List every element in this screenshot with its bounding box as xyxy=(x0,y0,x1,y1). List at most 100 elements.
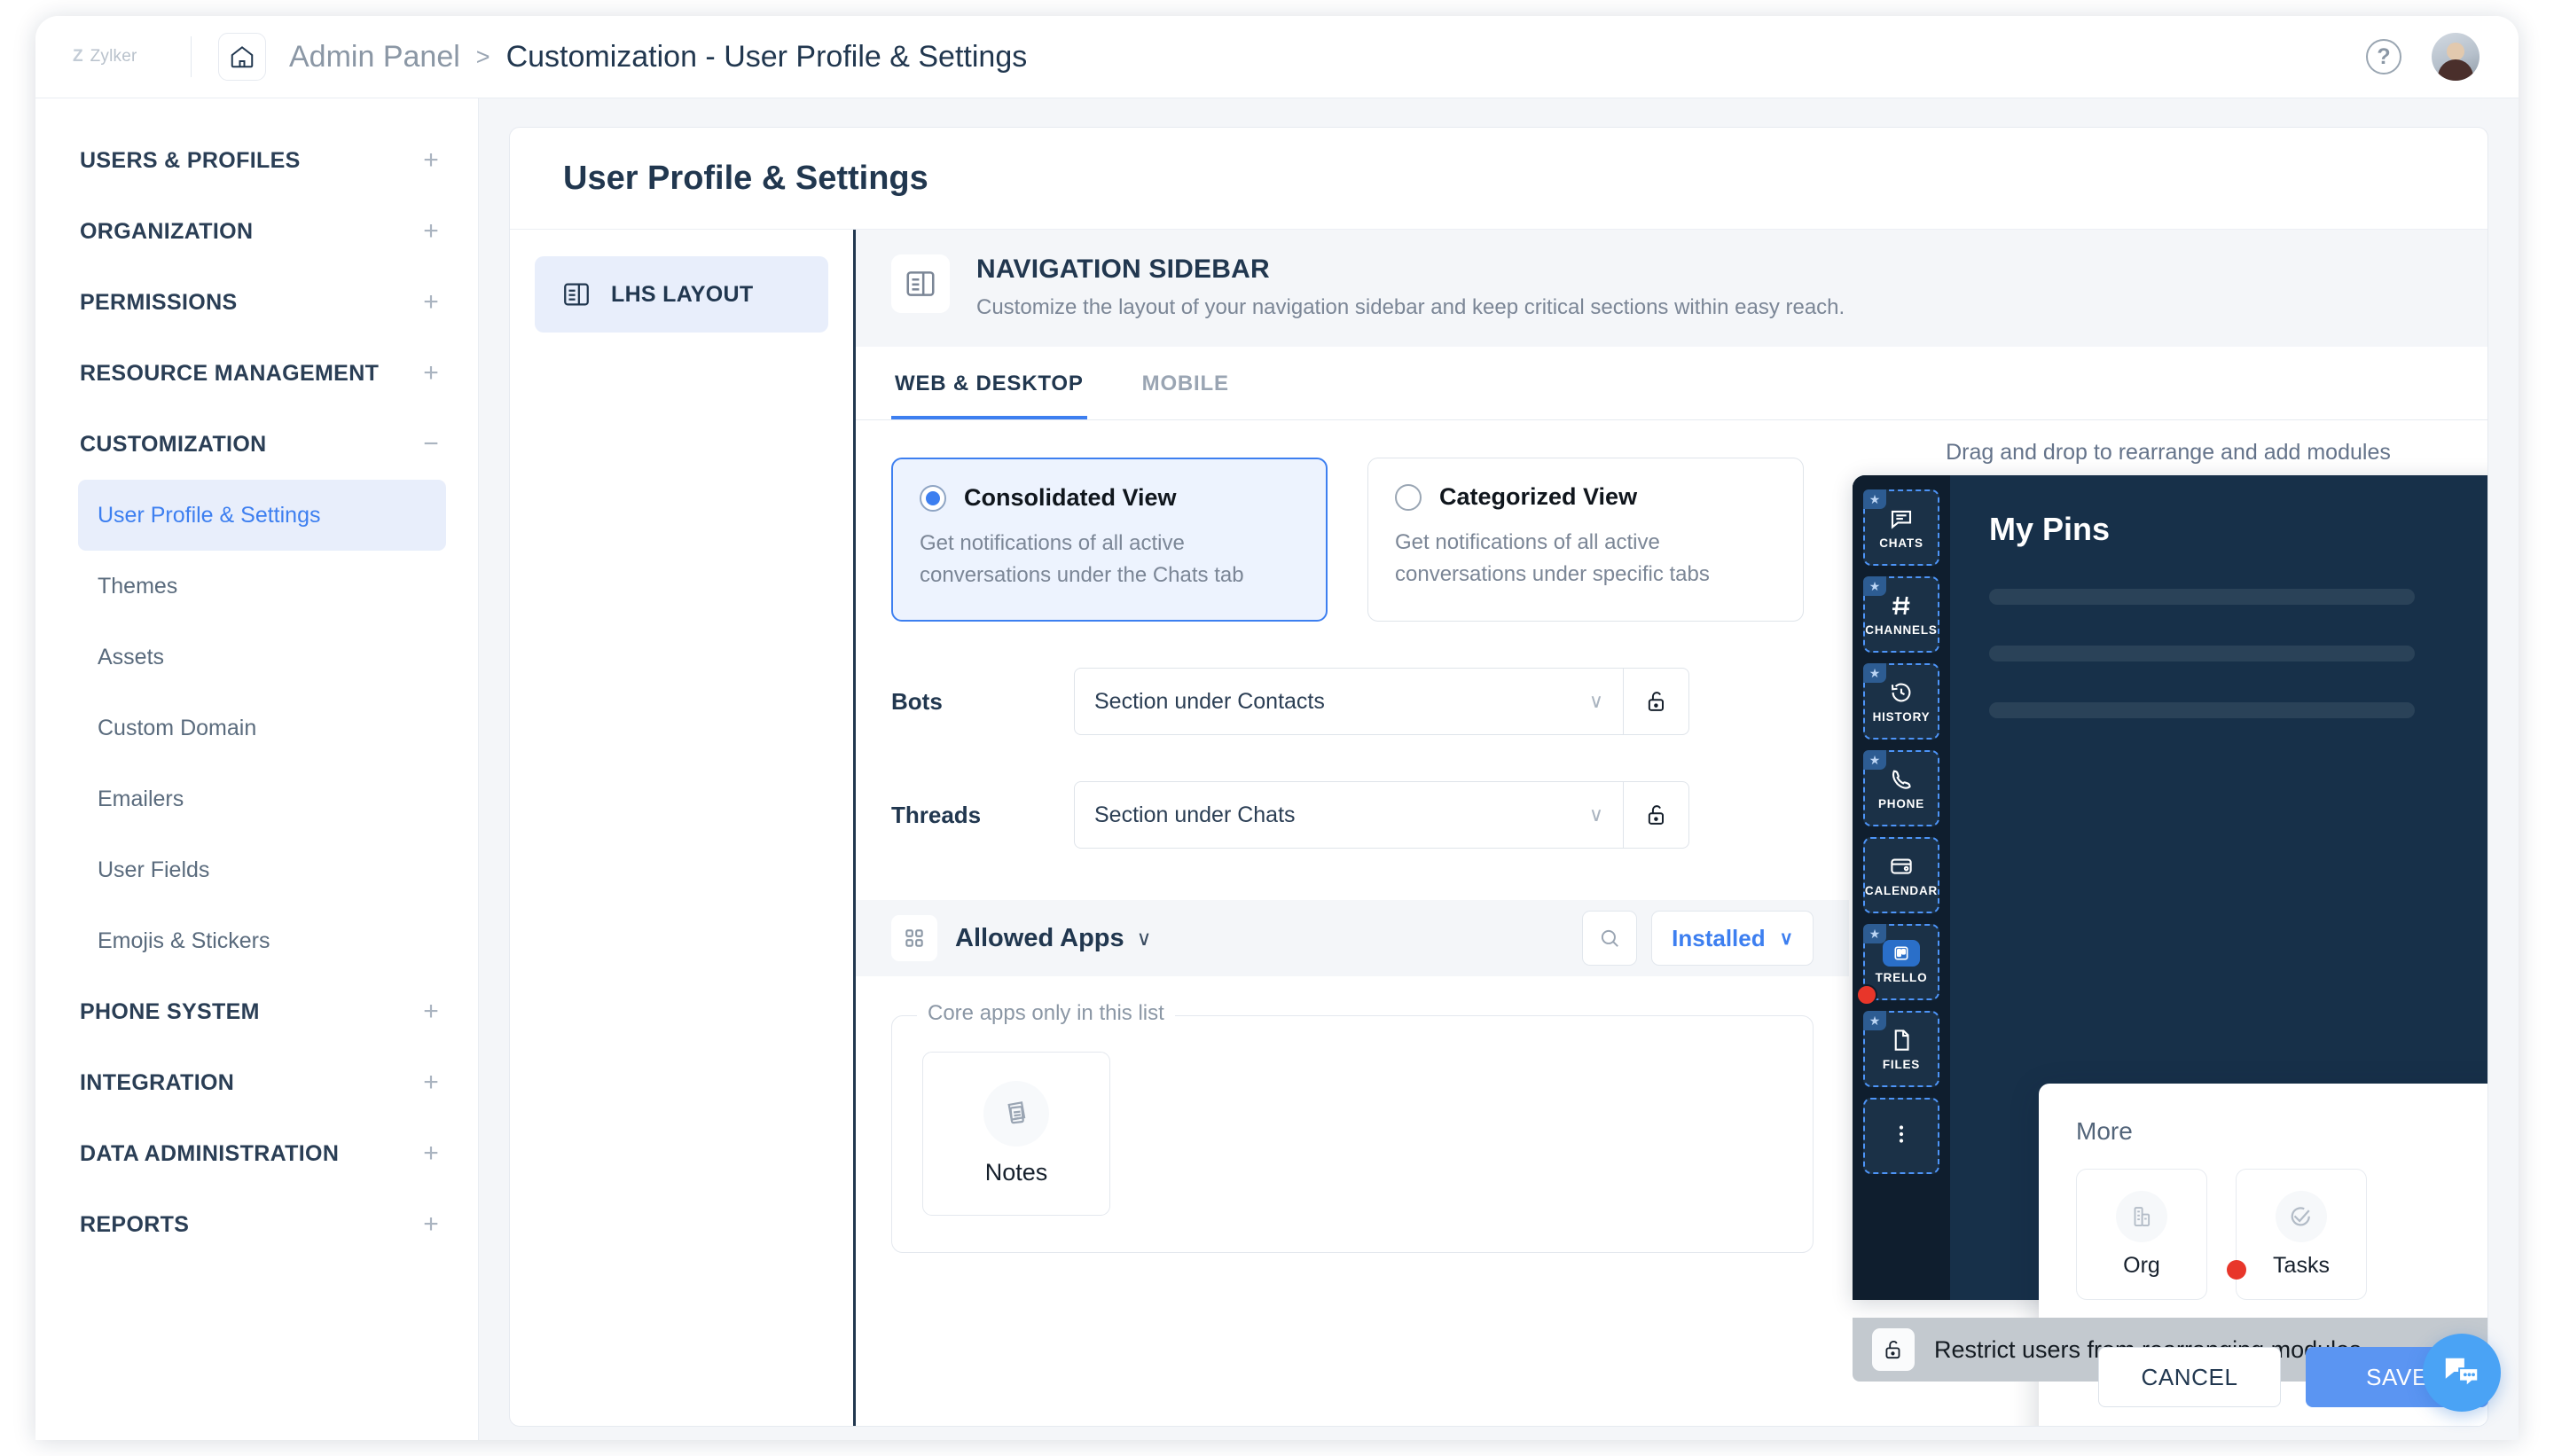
sidebar-section-reports[interactable]: REPORTS + xyxy=(35,1189,478,1260)
preview-module-channels[interactable]: ★ CHANNELS xyxy=(1863,576,1939,653)
sidebar-section-organization[interactable]: ORGANIZATION + xyxy=(35,196,478,267)
rail-item-label: LHS LAYOUT xyxy=(611,282,753,308)
expand-plus-icon[interactable]: + xyxy=(421,360,441,387)
apps-search-button[interactable] xyxy=(1582,911,1637,966)
notification-badge xyxy=(2227,1260,2246,1280)
threads-select-group: Section under Chats ∨ xyxy=(1074,781,1689,849)
section-icon-wrap xyxy=(891,254,950,313)
section-description: Customize the layout of your navigation … xyxy=(976,295,1845,320)
breadcrumb-separator: > xyxy=(476,43,490,71)
sidebar-item-emailers[interactable]: Emailers xyxy=(78,763,446,834)
chevron-down-icon: ∨ xyxy=(1589,690,1603,713)
expand-plus-icon[interactable]: + xyxy=(421,1069,441,1096)
sidebar-item-themes[interactable]: Themes xyxy=(78,551,446,622)
tab-mobile[interactable]: MOBILE xyxy=(1139,347,1233,419)
sidebar-section-permissions[interactable]: PERMISSIONS + xyxy=(35,267,478,338)
sidebar-section-users-profiles[interactable]: USERS & PROFILES + xyxy=(35,125,478,196)
app-card-notes[interactable]: Notes xyxy=(922,1052,1110,1216)
sidebar-item-custom-domain[interactable]: Custom Domain xyxy=(78,693,446,763)
core-apps-fieldset: Core apps only in this list xyxy=(891,1015,1814,1253)
sidebar-section-label: INTEGRATION xyxy=(80,1070,234,1096)
main-content: User Profile & Settings xyxy=(479,98,2519,1440)
more-item-tasks[interactable]: Tasks xyxy=(2236,1169,2367,1300)
application-window: Z Zylker Admin Panel > Customization - U… xyxy=(35,16,2519,1440)
rail-item-lhs-layout[interactable]: LHS LAYOUT xyxy=(535,256,828,333)
preview-module-calendar[interactable]: CALENDAR xyxy=(1863,837,1939,913)
core-apps-legend: Core apps only in this list xyxy=(917,1001,1175,1026)
home-button[interactable] xyxy=(218,33,266,81)
allowed-apps-actions: Installed ∨ xyxy=(1582,911,1814,966)
preview-module-files[interactable]: ★ FILES xyxy=(1863,1011,1939,1087)
option-categorized-view[interactable]: Categorized View Get notifications of al… xyxy=(1367,458,1804,622)
star-badge-icon: ★ xyxy=(1863,750,1886,770)
view-options-group: Consolidated View Get notifications of a… xyxy=(891,458,1814,622)
sidebar-item-user-profile-settings[interactable]: User Profile & Settings xyxy=(78,480,446,551)
hash-icon xyxy=(1888,592,1915,619)
sidebar-section-phone-system[interactable]: PHONE SYSTEM + xyxy=(35,976,478,1047)
breadcrumb-root[interactable]: Admin Panel xyxy=(289,40,460,74)
bots-lock-button[interactable] xyxy=(1624,668,1689,735)
collapse-minus-icon[interactable]: − xyxy=(421,431,441,458)
drag-hint-text: Drag and drop to rearrange and add modul… xyxy=(1849,420,2487,466)
sidebar-item-assets[interactable]: Assets xyxy=(78,622,446,693)
sidebar-item-label: Themes xyxy=(98,574,177,599)
chat-support-button[interactable] xyxy=(2423,1334,2501,1412)
chat-support-icon xyxy=(2441,1352,2482,1393)
tooltip-icon-wrap xyxy=(1872,1328,1915,1371)
sidebar-section-resource-management[interactable]: RESOURCE MANAGEMENT + xyxy=(35,338,478,409)
org-icon-wrap xyxy=(2116,1191,2167,1242)
chat-bubble-icon xyxy=(1888,505,1915,532)
sidebar-section-label: CUSTOMIZATION xyxy=(80,432,267,458)
expand-plus-icon[interactable]: + xyxy=(421,289,441,316)
trello-icon xyxy=(1883,940,1920,967)
notification-badge xyxy=(1856,984,1877,1006)
chevron-down-icon[interactable]: ∨ xyxy=(1137,927,1152,951)
threads-lock-button[interactable] xyxy=(1624,781,1689,849)
preview-module-trello[interactable]: ★ xyxy=(1863,924,1939,1000)
tasks-icon-wrap xyxy=(2276,1191,2327,1242)
sidebar-item-emojis-stickers[interactable]: Emojis & Stickers xyxy=(78,905,446,976)
section-title: NAVIGATION SIDEBAR xyxy=(976,254,1845,285)
tab-web-desktop[interactable]: WEB & DESKTOP xyxy=(891,347,1087,419)
preview-module-history[interactable]: ★ HISTORY xyxy=(1863,663,1939,740)
settings-form: Consolidated View Get notifications of a… xyxy=(856,420,1849,1426)
bots-select-value: Section under Contacts xyxy=(1094,689,1325,715)
option-consolidated-view[interactable]: Consolidated View Get notifications of a… xyxy=(891,458,1328,622)
section-header: NAVIGATION SIDEBAR Customize the layout … xyxy=(856,230,2487,347)
option-row: Consolidated View xyxy=(920,484,1299,512)
search-icon xyxy=(1598,927,1621,950)
preview-module-rail: ★ CHATS xyxy=(1853,475,1950,1300)
more-item-label: Org xyxy=(2123,1253,2160,1279)
threads-select[interactable]: Section under Chats ∨ xyxy=(1074,781,1624,849)
sidebar-section-customization[interactable]: CUSTOMIZATION − xyxy=(35,409,478,480)
sidebar-nav: USERS & PROFILES + ORGANIZATION + PERMIS… xyxy=(35,98,479,1440)
apps-filter-installed[interactable]: Installed ∨ xyxy=(1651,911,1814,966)
card-body: LHS LAYOUT xyxy=(510,230,2487,1426)
breadcrumb: Admin Panel > Customization - User Profi… xyxy=(289,40,1027,74)
expand-plus-icon[interactable]: + xyxy=(421,1211,441,1238)
avatar[interactable] xyxy=(2432,33,2480,81)
sidebar-section-data-administration[interactable]: DATA ADMINISTRATION + xyxy=(35,1118,478,1189)
radio-categorized-view[interactable] xyxy=(1395,484,1422,511)
star-badge-icon: ★ xyxy=(1863,489,1886,509)
divider xyxy=(191,36,192,77)
help-icon[interactable]: ? xyxy=(2366,39,2401,74)
cancel-button[interactable]: CANCEL xyxy=(2098,1347,2281,1407)
more-popup-title: More xyxy=(2076,1117,2488,1146)
preview-module-chats[interactable]: ★ CHATS xyxy=(1863,489,1939,566)
expand-plus-icon[interactable]: + xyxy=(421,1140,441,1167)
more-item-org[interactable]: Org xyxy=(2076,1169,2207,1300)
expand-plus-icon[interactable]: + xyxy=(421,218,441,245)
sidebar-preview: Drag and drop to rearrange and add modul… xyxy=(1849,420,2487,1426)
preview-module-phone[interactable]: ★ PHONE xyxy=(1863,750,1939,826)
preview-module-more[interactable] xyxy=(1863,1098,1939,1174)
notes-icon-wrap xyxy=(983,1081,1049,1147)
sidebar-section-label: RESOURCE MANAGEMENT xyxy=(80,361,379,387)
expand-plus-icon[interactable]: + xyxy=(421,147,441,174)
sidebar-section-integration[interactable]: INTEGRATION + xyxy=(35,1047,478,1118)
radio-consolidated-view[interactable] xyxy=(920,485,946,512)
allowed-apps-title: Allowed Apps xyxy=(955,924,1124,953)
bots-select[interactable]: Section under Contacts ∨ xyxy=(1074,668,1624,735)
expand-plus-icon[interactable]: + xyxy=(421,998,441,1025)
sidebar-item-user-fields[interactable]: User Fields xyxy=(78,834,446,905)
